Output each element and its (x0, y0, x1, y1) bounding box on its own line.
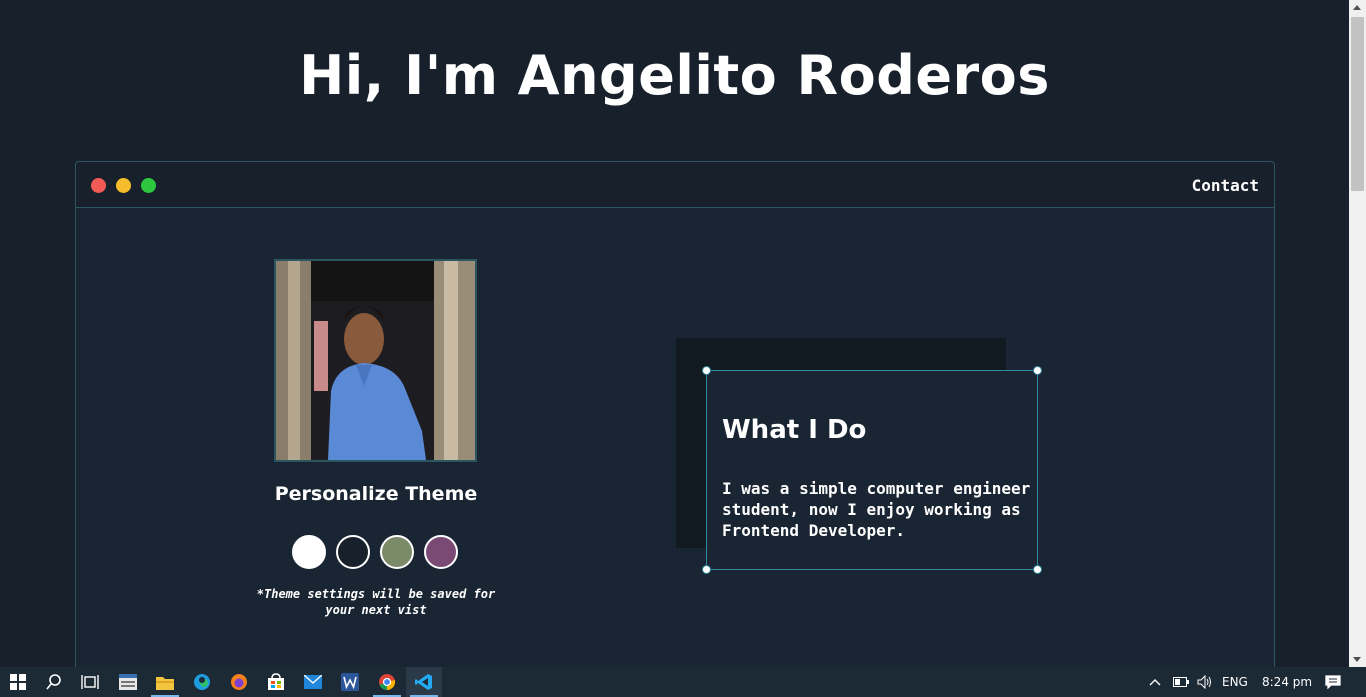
notifications-icon[interactable] (1318, 667, 1348, 697)
task-view-icon[interactable] (72, 667, 108, 697)
theme-title: Personalize Theme (274, 483, 478, 505)
theme-swatch-light[interactable] (292, 535, 326, 569)
word-icon[interactable] (332, 667, 368, 697)
theme-swatch-purple[interactable] (424, 535, 458, 569)
resize-handle (1033, 366, 1042, 375)
resize-handle (1033, 565, 1042, 574)
theme-note: *Theme settings will be saved for your n… (256, 587, 496, 617)
clock[interactable]: 8:24 pm (1262, 675, 1312, 689)
volume-icon[interactable] (1192, 667, 1218, 697)
minimize-dot-icon (116, 178, 131, 193)
start-icon[interactable] (0, 667, 36, 697)
firefox-icon[interactable] (221, 667, 257, 697)
portfolio-window: Contact Personalize Theme *Theme setting… (75, 161, 1275, 667)
card-text: I was a simple computer engineer student… (722, 479, 1031, 540)
chevron-up-icon[interactable] (1140, 667, 1170, 697)
taskbar: ENG 8:24 pm (0, 667, 1366, 697)
card-heading: What I Do (722, 415, 867, 445)
window-title-bar: Contact (76, 162, 1274, 208)
chrome-icon[interactable] (369, 667, 405, 697)
page-title: Hi, I'm Angelito Roderos (299, 44, 1050, 107)
calculator-icon[interactable] (110, 667, 146, 697)
vscode-icon[interactable] (406, 667, 442, 697)
maximize-dot-icon (141, 178, 156, 193)
theme-swatch-dark[interactable] (336, 535, 370, 569)
file-explorer-icon[interactable] (147, 667, 183, 697)
page: Hi, I'm Angelito Roderos Contact Persona… (0, 0, 1349, 667)
search-icon[interactable] (36, 667, 72, 697)
theme-swatch-green[interactable] (380, 535, 414, 569)
resize-handle (702, 366, 711, 375)
mail-icon[interactable] (295, 667, 331, 697)
store-icon[interactable] (258, 667, 294, 697)
language-indicator[interactable]: ENG (1222, 675, 1248, 689)
profile-photo (274, 259, 477, 462)
resize-handle (702, 565, 711, 574)
edge-icon[interactable] (184, 667, 220, 697)
battery-icon[interactable] (1168, 667, 1194, 697)
vertical-scrollbar[interactable] (1349, 0, 1366, 667)
contact-link[interactable]: Contact (1192, 176, 1259, 195)
what-i-do-card: What I Do I was a simple computer engine… (702, 366, 1042, 574)
scroll-down-icon[interactable] (1353, 657, 1361, 662)
close-dot-icon (91, 178, 106, 193)
scrollbar-thumb[interactable] (1351, 17, 1364, 191)
scroll-up-icon[interactable] (1353, 5, 1361, 10)
